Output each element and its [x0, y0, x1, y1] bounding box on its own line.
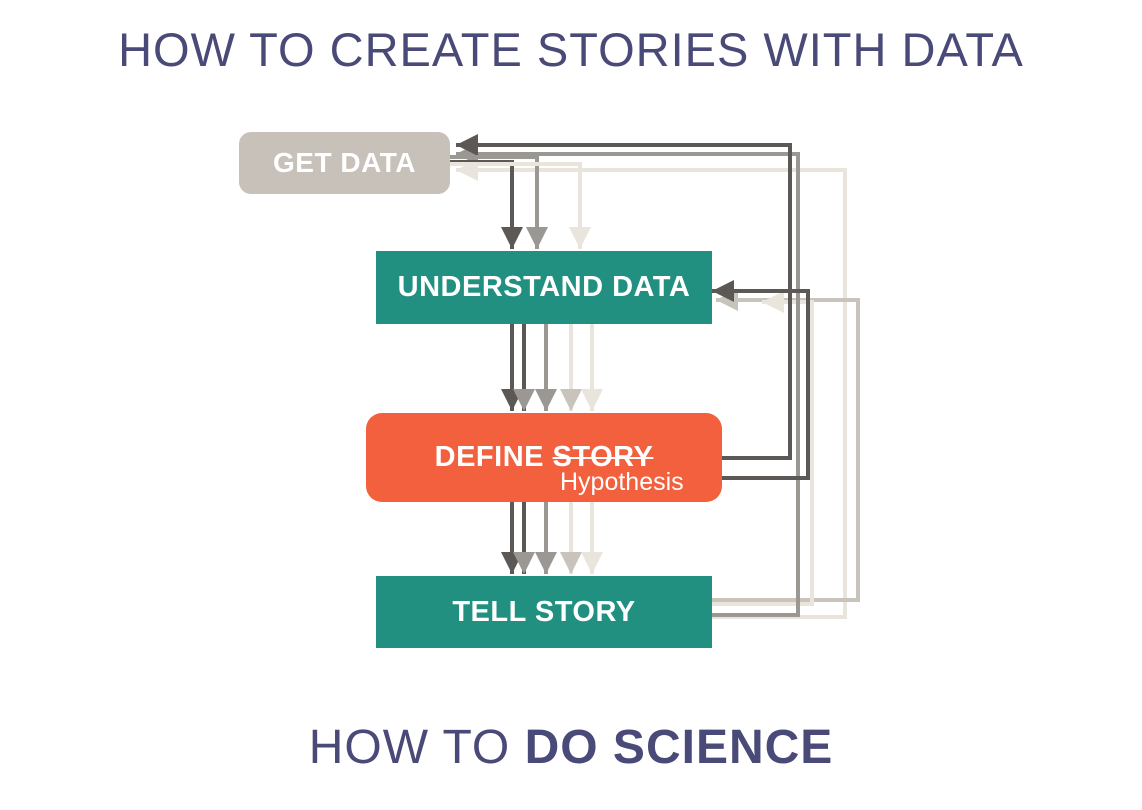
feedback-arrow-tell-to-get-pale [456, 159, 847, 619]
footer-emphasis: DO SCIENCE [524, 721, 834, 774]
footer-tagline: HOW TO DO SCIENCE [0, 720, 1142, 775]
feedback-arrow-tell-to-get-mid [456, 143, 800, 617]
define-hypothesis-label: Hypothesis [560, 468, 684, 496]
footer-prefix: HOW TO [308, 721, 511, 774]
feedback-arrow-define-to-understand-dark [712, 280, 810, 480]
arrow-get-to-understand-dark [450, 160, 523, 249]
define-prefix: DEFINE [434, 441, 544, 473]
arrow-get-to-understand-pale [450, 162, 591, 249]
process-diagram [239, 132, 860, 648]
feedback-arrow-tell-to-understand-light [712, 289, 860, 602]
tell-story-label: TELL STORY [452, 596, 636, 628]
understand-data-label: UNDERSTAND DATA [397, 271, 691, 303]
get-data-label: GET DATA [273, 147, 416, 178]
